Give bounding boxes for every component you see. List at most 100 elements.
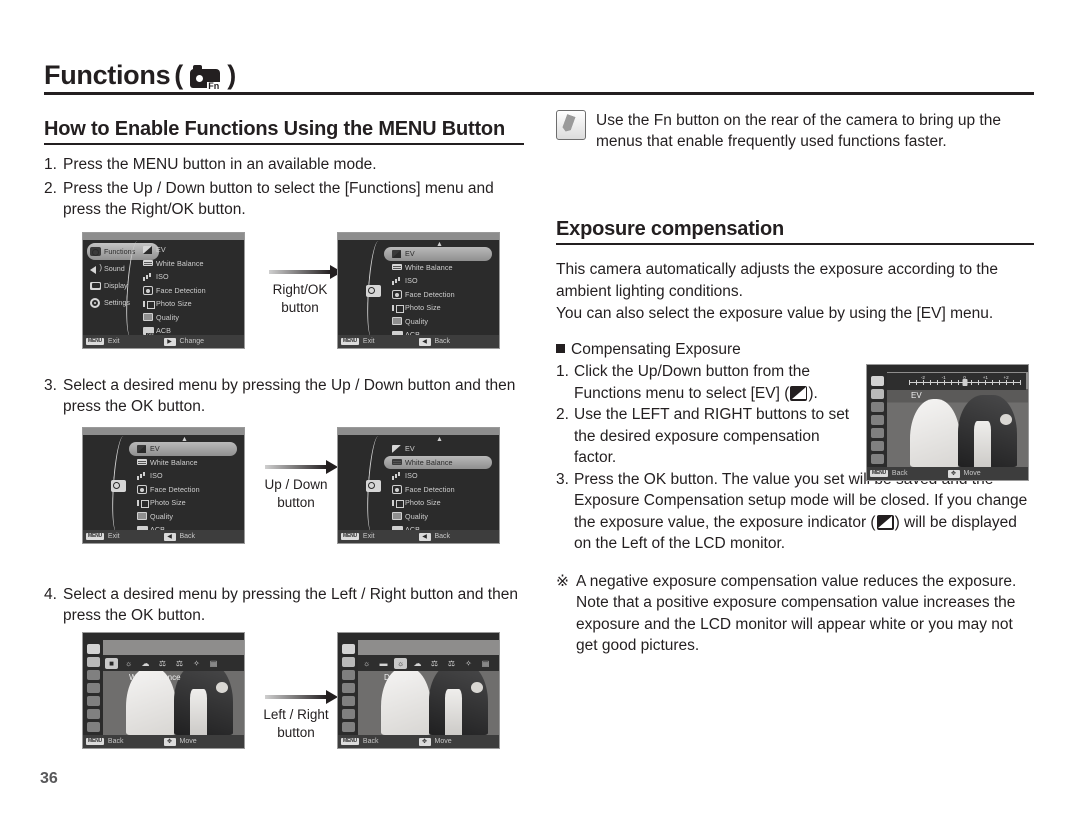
wb-option-fluorescent-l[interactable]: ⚖ [173,658,186,669]
photo-size-icon[interactable] [871,428,884,438]
dpad-icon[interactable]: ✥ [947,469,960,478]
white-balance-icon[interactable] [87,657,100,667]
lcd-submenu-white-balance[interactable]: White Balance [139,257,244,271]
dpad-icon[interactable]: ✥ [418,737,431,746]
lcd-submenu-ev[interactable]: EV [129,442,237,456]
wb-option-tungsten[interactable]: ✧ [190,658,203,669]
wb-option-cloudy[interactable]: ☁ [411,658,424,669]
section-heading-menu: How to Enable Functions Using the MENU B… [44,118,505,140]
bullet-square-icon [556,344,565,353]
lcd-submenu-iso[interactable]: ISO [133,469,239,483]
photo-size-icon[interactable] [87,696,100,706]
wb-option-fluorescent-h[interactable]: ⚖ [156,658,169,669]
face-detection-icon[interactable] [87,683,100,693]
lcd-submenu-iso[interactable]: ISO [388,274,494,288]
lcd-option-label: Daylight [384,673,413,682]
lcd-submenu-quality[interactable]: Quality [388,315,494,329]
lcd-submenu-photo-size[interactable]: Photo Size [388,301,494,315]
note-text: Use the Fn button on the rear of the cam… [596,112,1001,150]
arrow-right-ok: Right/OK button [252,265,348,317]
ev-tick-label: -2 [920,375,925,380]
menu-key[interactable]: MENU [86,738,104,745]
compensating-step-2: 2. Use the LEFT and RIGHT buttons to set… [556,404,856,469]
right-arrow-key[interactable]: ▶ [163,337,176,346]
left-arrow-key[interactable]: ◀ [163,532,176,541]
wb-option-daylight[interactable]: ☼ [122,658,135,669]
lcd-submenu-face-detection[interactable]: Face Detection [388,483,494,497]
acb-icon [143,326,156,337]
iso-icon[interactable] [87,670,100,680]
iso-icon [143,273,156,281]
iso-icon[interactable] [871,402,884,412]
wb-option-auto[interactable]: ☼ [360,658,373,669]
face-detection-icon [392,289,405,299]
wb-option-custom[interactable]: ▤ [479,658,492,669]
lcd-submenu-face-detection[interactable]: Face Detection [139,284,244,298]
lcd-back-label: Back [362,738,379,745]
wb-option-fluorescent-l[interactable]: ⚖ [445,658,458,669]
lcd-submenu-iso[interactable]: ISO [388,469,494,483]
quality-icon[interactable] [342,709,355,719]
lcd-submenu-ev[interactable]: EV [384,247,492,261]
lcd-submenu-white-balance[interactable]: White Balance [384,455,492,469]
step-3-block: 3. Select a desired menu by pressing the… [44,372,529,417]
face-detection-icon[interactable] [342,683,355,693]
white-balance-icon[interactable] [342,657,355,667]
lcd-submenu-ev[interactable]: EV [139,243,244,257]
iso-icon[interactable] [342,670,355,680]
lcd-submenu-ev[interactable]: EV [388,442,494,456]
wb-option-auto[interactable]: ■ [105,657,118,669]
photo-shirt [190,689,208,735]
wb-option-tungsten[interactable]: ✧ [462,658,475,669]
ev-icon[interactable] [87,644,100,654]
lcd-submenu-white-balance[interactable]: White Balance [388,261,494,275]
left-arrow-key[interactable]: ◀ [418,337,431,346]
lcd-submenu-face-detection[interactable]: Face Detection [133,483,239,497]
acb-icon[interactable] [342,722,355,732]
footnote-text: A negative exposure compensation value r… [576,572,1017,655]
photo-size-icon[interactable] [342,696,355,706]
wb-option-cloudy[interactable]: ☁ [139,658,152,669]
lcd-submenu-iso[interactable]: ISO [139,270,244,284]
lcd-submenu-photo-size[interactable]: Photo Size [388,496,494,510]
acb-icon[interactable] [871,454,884,464]
menu-key[interactable]: MENU [341,738,359,745]
lcd-submenu-quality[interactable]: Quality [139,311,244,325]
lcd-submenu-quality[interactable]: Quality [133,510,239,524]
wb-option-preset[interactable]: ▬ [377,658,390,669]
menu-key[interactable]: MENU [870,470,888,477]
left-arrow-key[interactable]: ◀ [418,532,431,541]
ev-scale[interactable]: -2 -1 0 +1 +2 [909,375,1021,386]
lcd-submenu-quality[interactable]: Quality [388,510,494,524]
wb-option-fluorescent-h[interactable]: ⚖ [428,658,441,669]
ev-tick-label: +2 [1003,375,1009,380]
lcd-exit-label: Exit [107,533,120,540]
arrow-icon [269,265,342,279]
menu-key[interactable]: MENU [86,533,104,540]
menu-key[interactable]: MENU [341,533,359,540]
dpad-icon[interactable]: ✥ [163,737,176,746]
acb-icon[interactable] [87,722,100,732]
face-detection-icon[interactable] [871,415,884,425]
camera-fn-icon [90,247,104,257]
quality-icon[interactable] [87,709,100,719]
lcd-submenu-photo-size[interactable]: Photo Size [139,297,244,311]
quality-icon [143,313,156,322]
ev-slider-handle[interactable] [962,379,967,386]
note-pencil-icon [556,110,586,140]
wb-option-daylight[interactable]: ☼ [394,657,407,669]
menu-key[interactable]: MENU [86,338,104,345]
lcd-option-label: EV [911,391,922,400]
wb-option-custom[interactable]: ▤ [207,658,220,669]
quality-icon[interactable] [871,441,884,451]
ev-icon[interactable] [871,376,884,386]
white-balance-icon[interactable] [871,389,884,399]
menu-key[interactable]: MENU [341,338,359,345]
lcd-option-label: White Balance [129,673,181,682]
lcd-left-rail [869,373,886,467]
lcd-submenu-white-balance[interactable]: White Balance [133,456,239,470]
lcd-submenu-face-detection[interactable]: Face Detection [388,288,494,302]
lcd-submenu-photo-size[interactable]: Photo Size [133,496,239,510]
ev-icon[interactable] [342,644,355,654]
display-icon [90,281,104,290]
